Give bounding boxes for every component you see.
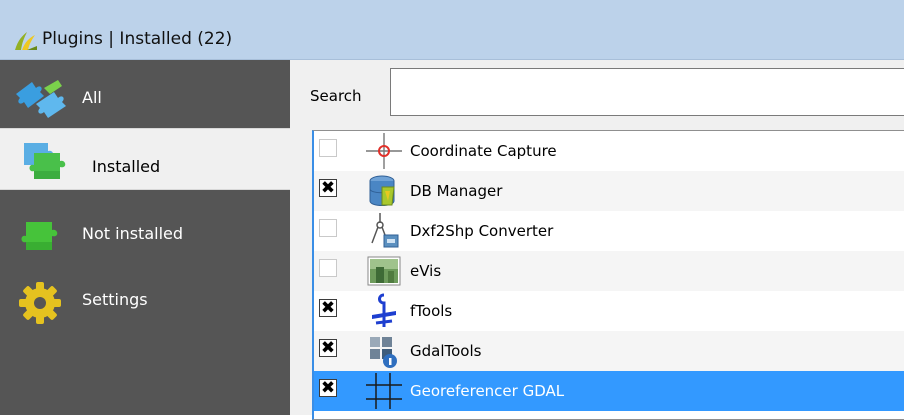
enable-checkbox[interactable] xyxy=(319,259,337,277)
sidebar-item-all[interactable]: All xyxy=(0,68,290,130)
photo-icon xyxy=(367,256,401,286)
plugin-row-dxf2shp-converter[interactable]: Dxf2Shp Converter xyxy=(314,211,904,251)
puzzle-installed-icon xyxy=(24,143,66,179)
plugin-row-ftools[interactable]: ✖ fTools xyxy=(314,291,904,331)
sidebar-item-label: Not installed xyxy=(82,224,184,243)
search-label: Search xyxy=(310,87,362,105)
database-icon xyxy=(369,175,395,206)
dxf-converter-icon xyxy=(371,213,399,248)
ftools-icon xyxy=(372,293,396,327)
georeferencer-grid-icon xyxy=(366,373,402,409)
plugin-name: fTools xyxy=(410,302,453,320)
sidebar-item-installed[interactable]: Installed xyxy=(0,128,290,190)
sidebar-item-not-installed[interactable]: Not installed xyxy=(0,204,290,266)
plugin-name: Georeferencer GDAL xyxy=(410,382,565,400)
enable-checkbox[interactable]: ✖ xyxy=(319,299,337,317)
sidebar-item-label: All xyxy=(82,88,102,107)
enable-checkbox[interactable]: ✖ xyxy=(319,179,337,197)
plugin-name: eVis xyxy=(410,262,442,280)
enable-checkbox[interactable] xyxy=(319,219,337,237)
enable-checkbox[interactable] xyxy=(319,139,337,157)
plugin-row-gdaltools[interactable]: ✖ GdalTools xyxy=(314,331,904,371)
enable-checkbox[interactable]: ✖ xyxy=(319,339,337,357)
sidebar-item-settings[interactable]: Settings xyxy=(0,270,290,332)
gear-icon xyxy=(19,282,61,324)
puzzle-all-icon xyxy=(16,80,66,118)
puzzle-not-installed-icon xyxy=(21,222,58,250)
plugin-row-coordinate-capture[interactable]: Coordinate Capture xyxy=(314,131,904,171)
qgis-logo-icon xyxy=(15,32,37,50)
plugin-name: Dxf2Shp Converter xyxy=(410,222,554,240)
plugin-name: DB Manager xyxy=(410,182,503,200)
gdal-tools-icon xyxy=(370,337,397,368)
sidebar-item-label: Settings xyxy=(82,290,148,309)
sidebar: All Installed Not installed Settings xyxy=(0,60,290,415)
plugin-row-georeferencer-gdal[interactable]: ✖ Georeferencer GDAL xyxy=(314,371,904,411)
crosshair-icon xyxy=(366,133,402,169)
search-input[interactable] xyxy=(390,68,904,116)
main-panel: Search Coordinate Capture ✖ DB Manager D… xyxy=(290,60,904,420)
plugin-name: GdalTools xyxy=(410,342,482,360)
plugin-name: Coordinate Capture xyxy=(410,142,557,160)
window-title: Plugins | Installed (22) xyxy=(42,29,233,49)
plugin-row-evis[interactable]: eVis xyxy=(314,251,904,291)
window-titlebar: Plugins | Installed (22) xyxy=(0,0,904,60)
plugin-list[interactable]: Coordinate Capture ✖ DB Manager Dxf2Shp … xyxy=(312,130,904,420)
enable-checkbox[interactable]: ✖ xyxy=(319,379,337,397)
sidebar-item-label: Installed xyxy=(92,157,161,176)
plugin-row-db-manager[interactable]: ✖ DB Manager xyxy=(314,171,904,211)
